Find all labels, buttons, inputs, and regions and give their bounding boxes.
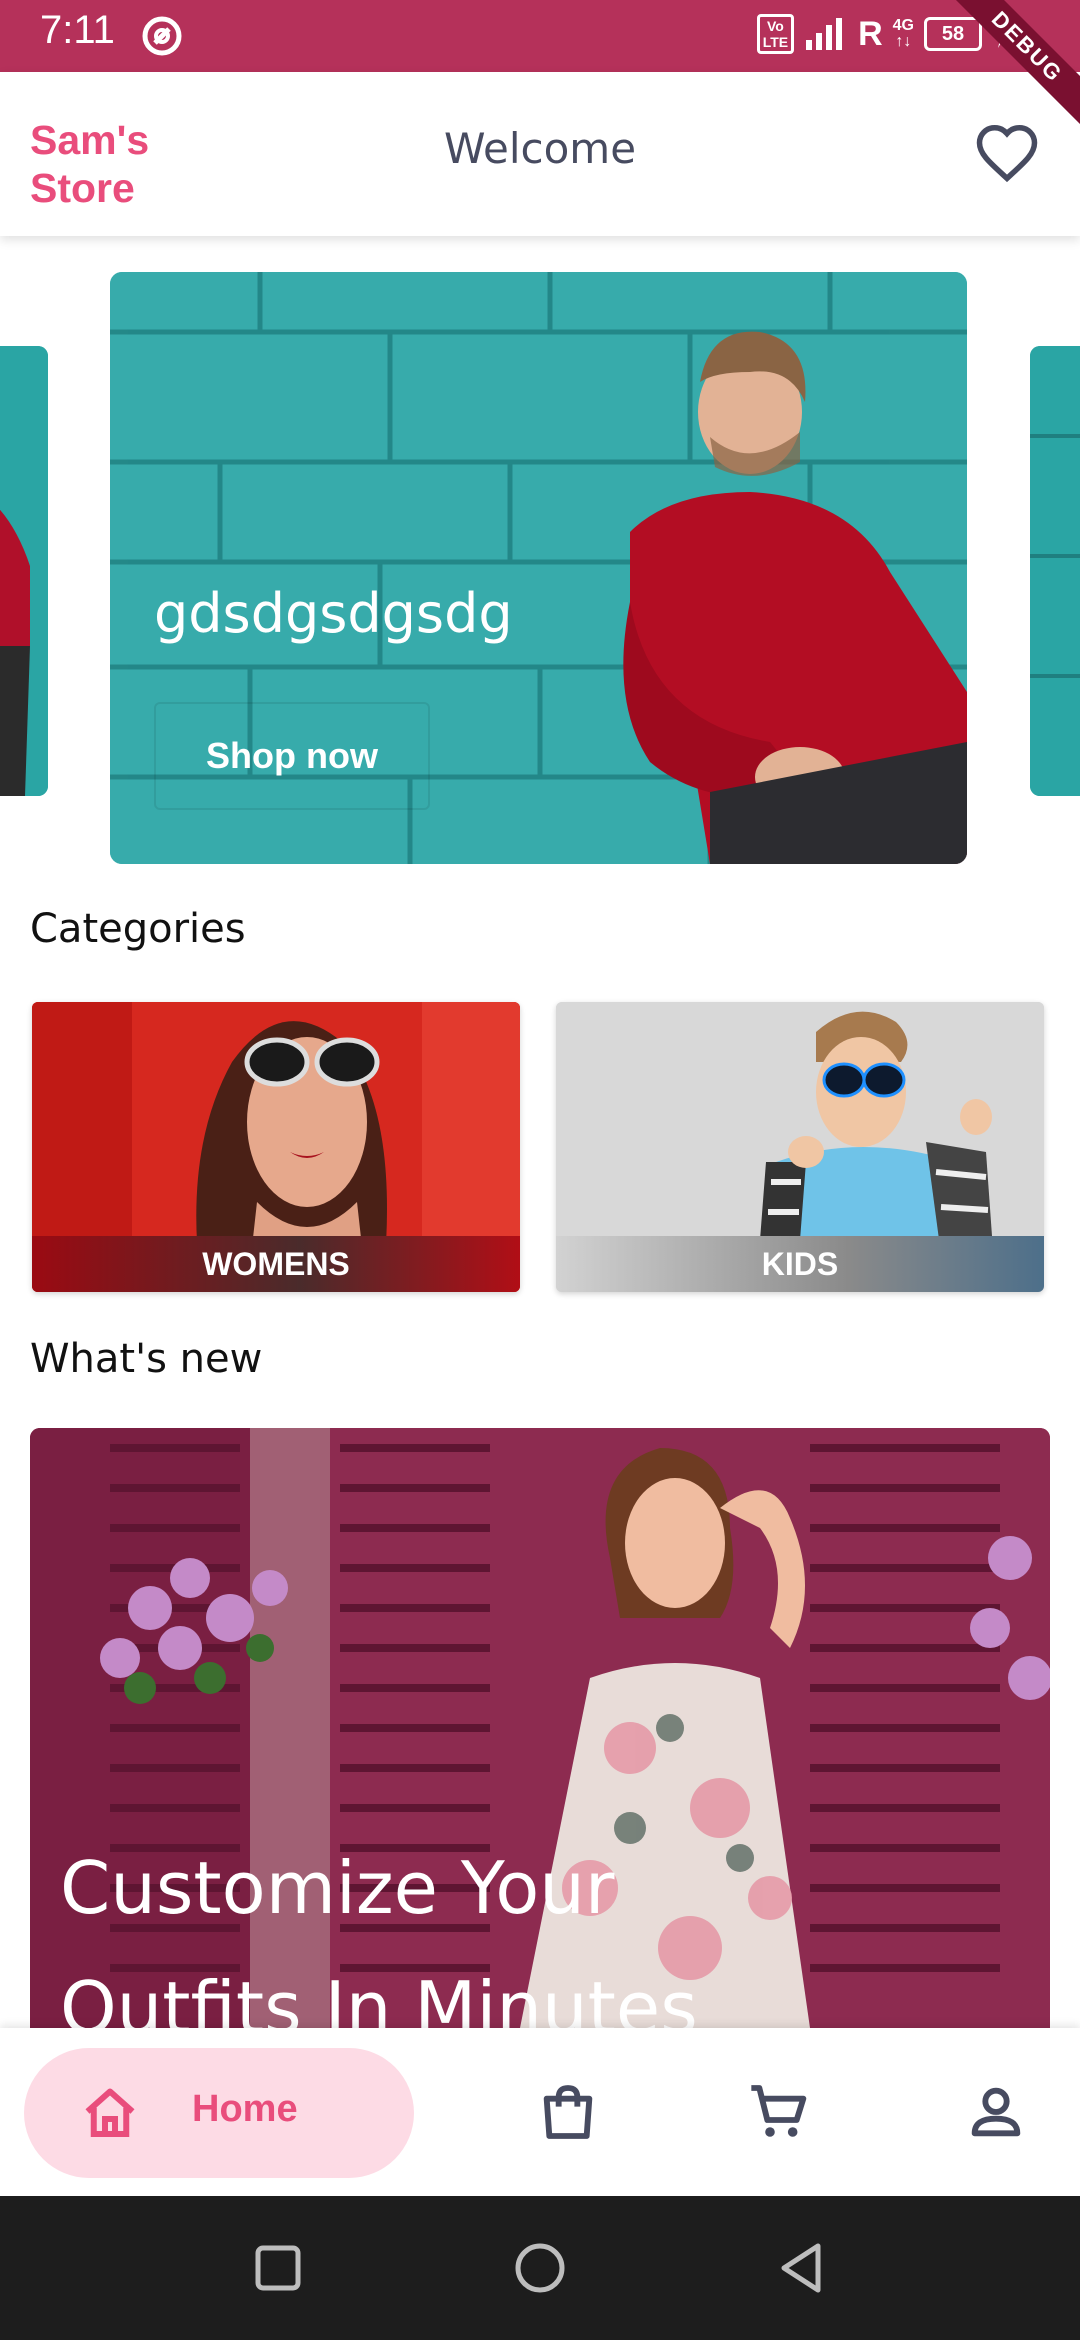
category-card-kids[interactable]: KIDS [556, 1002, 1044, 1292]
battery-indicator: 58 [924, 17, 982, 51]
volte-icon: Vo LTE [756, 14, 795, 54]
roaming-indicator: R [858, 14, 883, 53]
system-navigation-bar [0, 2196, 1080, 2340]
back-icon[interactable] [774, 2240, 830, 2296]
shop-now-button[interactable]: Shop now [154, 702, 430, 810]
whats-new-caption: Customize Your Outfits In Minutes [60, 1846, 698, 2028]
network-type: 4G ↑↓ [892, 17, 914, 50]
shopping-bag-icon[interactable] [536, 2080, 600, 2144]
status-bar: 7:11 Vo LTE R 4G ↑↓ 58 DEBUG [0, 0, 1080, 134]
app-bar: Sam's Store Welcome [0, 72, 1080, 236]
recents-icon[interactable] [250, 2240, 306, 2296]
status-indicators: Vo LTE R 4G ↑↓ 58 [756, 14, 1010, 54]
categories-title: Categories [30, 906, 246, 952]
whats-new-title: What's new [30, 1336, 263, 1382]
page-title: Welcome [443, 124, 637, 173]
status-time: 7:11 [40, 8, 115, 52]
home-icon [85, 2088, 135, 2137]
cart-icon[interactable] [746, 2080, 810, 2144]
nav-home-tab[interactable]: Home [24, 2048, 414, 2178]
slide-caption: gdsdgsdgsdg [154, 582, 513, 645]
nav-home-label: Home [192, 2088, 298, 2130]
favorite-heart-icon[interactable] [974, 122, 1040, 188]
category-label: WOMENS [32, 1236, 520, 1292]
promo-carousel[interactable]: gdsdgsdgsdg Shop now [0, 236, 1080, 876]
carousel-slide-next[interactable] [1030, 346, 1080, 796]
category-card-womens[interactable]: WOMENS [32, 1002, 520, 1292]
category-label: KIDS [556, 1236, 1044, 1292]
carousel-slide-previous[interactable] [0, 346, 48, 796]
slide-image [1030, 346, 1080, 796]
bottom-navigation: Home [0, 2028, 1080, 2196]
data-saver-icon [142, 16, 182, 56]
home-circle-icon[interactable] [512, 2240, 568, 2296]
carousel-slide-current[interactable]: gdsdgsdgsdg Shop now [110, 272, 967, 864]
slide-image [0, 346, 48, 796]
signal-icon [806, 18, 843, 50]
profile-icon[interactable] [964, 2080, 1028, 2144]
whats-new-banner[interactable]: Customize Your Outfits In Minutes [30, 1428, 1050, 2028]
